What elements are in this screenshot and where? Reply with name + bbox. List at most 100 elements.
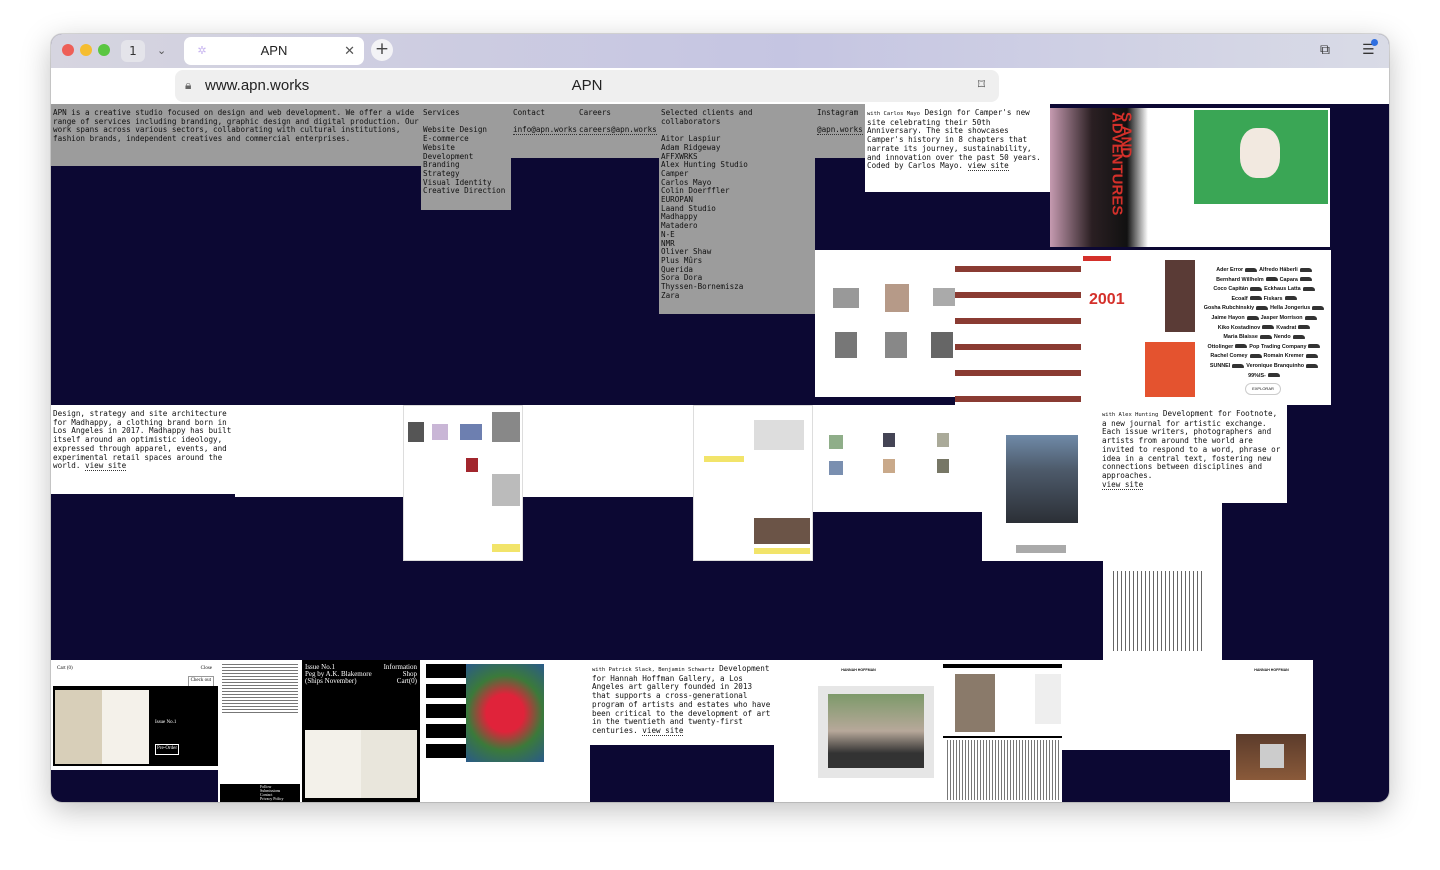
tab-apn[interactable]: ✲ APN ✕ xyxy=(184,37,364,65)
brand-name[interactable]: Romain Kremer xyxy=(1264,353,1304,359)
camper-2001-thumbnail[interactable]: 2001 xyxy=(1081,250,1195,405)
services-heading: Services xyxy=(423,108,460,117)
shoe-icon xyxy=(1312,305,1325,310)
footnote-cart-thumbnail[interactable]: Cart (0) Close Check out Issue No.1 Pre-… xyxy=(51,660,218,770)
brand-name[interactable]: Jasper Morrison xyxy=(1261,315,1303,321)
contact-email-link[interactable]: info@apn.works xyxy=(513,125,578,136)
brand-name[interactable]: Pop Trading Company xyxy=(1249,344,1306,350)
brand-row: Ecoalf Fiskars xyxy=(1199,295,1327,305)
brand-row: Bernhard Willhelm Capara xyxy=(1199,276,1327,286)
hannah-book-thumbnail[interactable] xyxy=(943,660,1062,802)
brand-name[interactable]: Gosha Rubchinskiy xyxy=(1204,305,1254,311)
new-tab-button[interactable]: + xyxy=(371,39,393,61)
footnote-art-thumbnail[interactable] xyxy=(420,660,590,802)
tab-overview-button[interactable]: 1 xyxy=(121,40,145,62)
brand-name[interactable]: Coco Capitán xyxy=(1213,286,1248,292)
thumb-vertical-title: S AND ADVENTURES xyxy=(1108,112,1135,216)
brand-row: Jaime Hayon Jasper Morrison xyxy=(1199,314,1327,324)
project-text: Design, strategy and site architecture f… xyxy=(53,409,232,471)
footnote-text-thumbnail[interactable] xyxy=(1103,503,1222,660)
explorar-button[interactable]: EXPLORAR xyxy=(1245,383,1281,395)
brand-name[interactable]: Bernhard Willhelm xyxy=(1216,277,1264,283)
sidebar-menu-icon[interactable]: ☰ xyxy=(1362,39,1378,58)
camper-thumbnail-1[interactable]: S AND ADVENTURES xyxy=(1050,108,1190,247)
tab-title: APN xyxy=(260,43,288,58)
nav-cart[interactable]: Cart(0) xyxy=(384,678,417,685)
brand-name[interactable]: Nendo xyxy=(1274,334,1291,340)
shoe-icon xyxy=(1306,363,1319,368)
shoe-icon xyxy=(1249,296,1262,301)
brand-name[interactable]: Capara xyxy=(1280,277,1298,283)
brand-row: Kiko Kostadinov Kvadrat xyxy=(1199,324,1327,334)
brand-name[interactable]: Veronique Branquinho xyxy=(1246,363,1304,369)
contact-heading: Contact xyxy=(513,108,546,117)
brand-name[interactable]: Kvadrat xyxy=(1276,325,1296,331)
minimize-window-button[interactable] xyxy=(80,44,92,56)
hannah-painting-thumbnail[interactable]: HANNAH HOFFMAN xyxy=(774,660,943,802)
brand-name[interactable]: Ottolinger xyxy=(1208,344,1234,350)
brand-name[interactable]: Kiko Kostadinov xyxy=(1218,325,1261,331)
madhappy-thumbnail-3[interactable] xyxy=(813,405,982,512)
careers-heading: Careers xyxy=(579,108,612,117)
shoe-icon xyxy=(1299,277,1312,282)
instagram-link[interactable]: @apn.works xyxy=(817,125,863,136)
chevron-down-icon[interactable]: ⌄ xyxy=(157,40,166,62)
footnote-building-thumbnail[interactable] xyxy=(982,405,1103,561)
collaborator-credit: with Patrick Slack, Benjamin Schwartz xyxy=(592,667,715,673)
shoe-icon xyxy=(1292,334,1305,339)
brand-row: Ader Error Alfredo Häberli xyxy=(1199,266,1327,276)
brand-name[interactable]: Ader Error xyxy=(1216,267,1243,273)
shoe-icon xyxy=(1250,286,1263,291)
bookmark-icon[interactable]: ⌑ xyxy=(978,76,985,93)
address-bar[interactable]: 🔒︎ www.apn.works APN ⌑ xyxy=(175,70,999,102)
zoom-window-button[interactable] xyxy=(98,44,110,56)
brand-name[interactable]: SUNNEI xyxy=(1210,363,1230,369)
madhappy-thumbnail-blank[interactable] xyxy=(235,405,403,497)
madhappy-description: Design, strategy and site architecture f… xyxy=(51,405,235,494)
shoe-icon xyxy=(1267,373,1280,378)
hannah-view-site-link[interactable]: view site xyxy=(642,725,684,736)
page-content: APN is a creative studio focused on desi… xyxy=(51,104,1389,802)
client-item: N-E xyxy=(661,229,675,239)
camper-thumbnail-grid[interactable] xyxy=(815,250,955,397)
cart-label: Cart (0) xyxy=(57,666,73,671)
shoe-icon xyxy=(1249,353,1262,358)
footnote-view-site-link[interactable]: view site xyxy=(1102,479,1144,490)
brand-name[interactable]: Ecoalf xyxy=(1231,296,1247,302)
close-tab-icon[interactable]: ✕ xyxy=(344,37,355,65)
preorder-button[interactable]: Pre-Order xyxy=(155,744,179,755)
brand-name[interactable]: Maria Blaisse xyxy=(1223,334,1257,340)
camper-thumbnail-2[interactable] xyxy=(1190,108,1330,247)
camper-shoes-thumbnail[interactable] xyxy=(955,250,1081,405)
contact-panel: Contact info@apn.works xyxy=(511,104,578,158)
clients-panel: Selected clients and collaborators Aitor… xyxy=(659,104,815,314)
close-window-button[interactable] xyxy=(62,44,74,56)
footnote-issue-thumbnail[interactable]: Issue No.1 Peg by A.K. Blakemore (Ships No… xyxy=(302,660,420,802)
brand-name[interactable]: Fiskars xyxy=(1264,296,1283,302)
brand-name[interactable]: Jaime Hayon xyxy=(1211,315,1244,321)
brand-row: 99%IS- xyxy=(1199,372,1327,382)
madhappy-thumbnail-1[interactable] xyxy=(403,405,523,561)
bookmarks-icon[interactable]: ⧉ xyxy=(1320,42,1330,58)
careers-panel: Careers careers@apn.works xyxy=(577,104,659,158)
footnote-description: with Alex Hunting Development for Footno… xyxy=(1100,405,1287,503)
madhappy-view-site-link[interactable]: view site xyxy=(85,461,127,472)
madhappy-thumbnail-blank-2[interactable] xyxy=(523,405,693,497)
clients-heading: Selected clients and collaborators xyxy=(661,108,753,126)
hannah-installation-thumbnail[interactable]: HANNAH HOFFMAN xyxy=(1230,660,1313,802)
camper-view-site-link[interactable]: view site xyxy=(967,161,1009,172)
brand-name[interactable]: 99%IS- xyxy=(1248,373,1266,379)
camper-collaborators-thumbnail[interactable]: Ader Error Alfredo Häberli Bernhard Willhe… xyxy=(1195,250,1331,405)
shoe-icon xyxy=(1245,267,1258,272)
brand-name[interactable]: Rachel Comey xyxy=(1210,353,1247,359)
project-text: Development for Footnote, a new journal … xyxy=(1102,409,1281,480)
careers-email-link[interactable]: careers@apn.works xyxy=(579,125,657,136)
footnote-article-thumbnail[interactable]: Follow Submissions Contact Privacy Polic… xyxy=(218,660,302,802)
shoe-icon xyxy=(1256,305,1269,310)
hannah-blank-thumbnail[interactable] xyxy=(1062,660,1230,750)
brand-name[interactable]: Alfredo Häberli xyxy=(1259,267,1298,273)
footer-link[interactable]: Privacy Policy xyxy=(260,797,300,801)
madhappy-thumbnail-2[interactable] xyxy=(693,405,813,561)
brand-name[interactable]: Hella Jongerius xyxy=(1270,305,1310,311)
brand-name[interactable]: Eckhaus Latta xyxy=(1264,286,1301,292)
